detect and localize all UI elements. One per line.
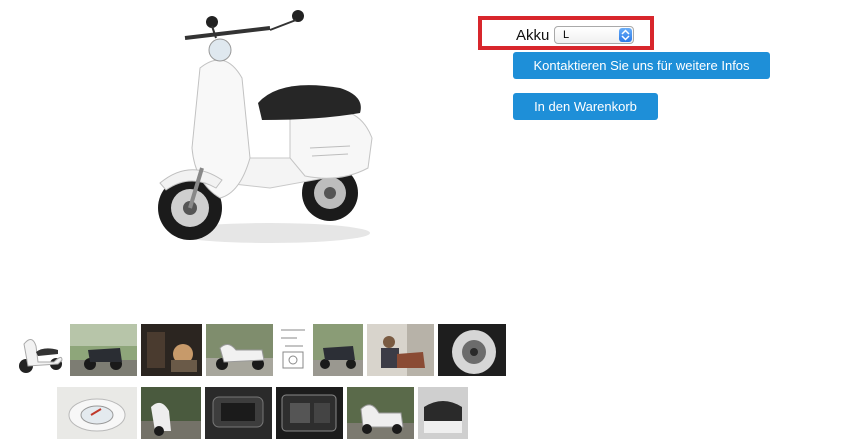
akku-select-value: L: [563, 29, 570, 41]
thumbnail-5[interactable]: [277, 324, 309, 376]
add-to-cart-button[interactable]: In den Warenkorb: [513, 93, 658, 120]
thumbnail-2[interactable]: [70, 324, 137, 376]
thumbnail-11[interactable]: [205, 387, 272, 439]
thumbnail-4[interactable]: [206, 324, 273, 376]
product-page: Akku L Kontaktieren Sie uns für weitere …: [0, 0, 852, 445]
thumbnail-8[interactable]: [438, 324, 506, 376]
select-arrows-icon: [619, 28, 632, 42]
contact-button[interactable]: Kontaktieren Sie uns für weitere Infos: [513, 52, 770, 79]
thumbnail-10[interactable]: [141, 387, 201, 439]
main-product-image: [150, 8, 382, 248]
thumbnail-14[interactable]: [418, 387, 468, 439]
thumbnail-13[interactable]: [347, 387, 414, 439]
thumbnail-9[interactable]: [57, 387, 137, 439]
akku-select[interactable]: L: [554, 26, 634, 44]
thumbnail-3[interactable]: [141, 324, 202, 376]
thumbnail-7[interactable]: [367, 324, 434, 376]
thumbnail-1[interactable]: [14, 324, 66, 376]
thumbnail-6[interactable]: [313, 324, 363, 376]
thumbnail-12[interactable]: [276, 387, 343, 439]
akku-label: Akku: [516, 27, 550, 44]
